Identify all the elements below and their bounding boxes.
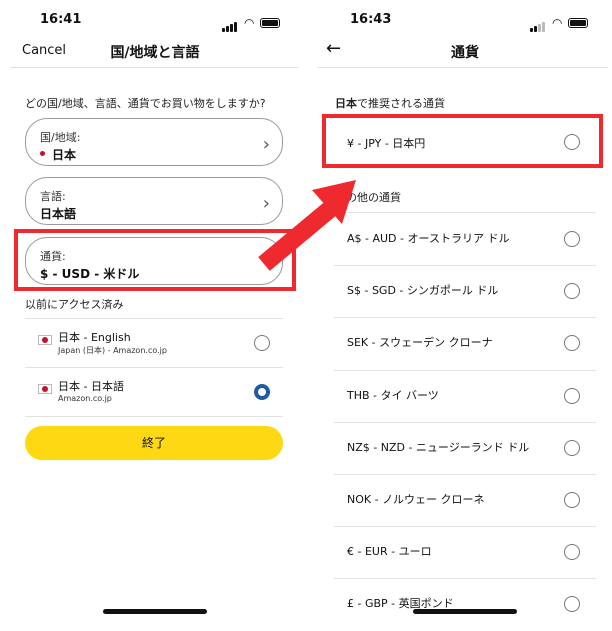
list-item[interactable]: 日本 - 日本語 Amazon.co.jp xyxy=(25,369,283,415)
home-indicator xyxy=(413,609,517,614)
currency-option-label: SEK - スウェーデン クローナ xyxy=(347,336,493,350)
wifi-icon: ◠ xyxy=(552,15,563,30)
status-icons: ◠ xyxy=(530,13,589,32)
language-selector[interactable]: 言語: 日本語 › xyxy=(25,177,283,225)
region-selector[interactable]: 国/地域: 日本 › xyxy=(25,118,283,166)
wifi-icon: ◠ xyxy=(244,15,255,30)
recent-title: 日本 - 日本語 xyxy=(58,380,124,393)
page-title: 国/地域と言語 xyxy=(110,45,200,61)
region-label: 国/地域: xyxy=(40,131,81,144)
done-button[interactable]: 終了 xyxy=(25,426,283,460)
question-text: どの国/地域、言語、通貨でお買い物をしますか? xyxy=(25,97,266,110)
signal-icon xyxy=(222,13,238,32)
language-label: 言語: xyxy=(40,190,66,203)
currency-option-label: THB - タイ バーツ xyxy=(347,388,439,402)
list-item[interactable]: NZ$ - NZD - ニュージーランド ドル xyxy=(334,422,596,474)
currency-option-label: NOK - ノルウェー クローネ xyxy=(347,493,485,507)
radio-button[interactable] xyxy=(564,387,580,404)
radio-button-selected[interactable] xyxy=(254,384,270,400)
recommended-header: 日本で推奨される通貨 xyxy=(335,97,445,110)
currency-option-label: S$ - SGD - シンガポール ドル xyxy=(347,284,499,298)
radio-button[interactable] xyxy=(564,544,580,561)
list-item[interactable]: € - EUR - ユーロ xyxy=(334,526,596,578)
japan-flag-icon xyxy=(40,151,45,156)
list-item[interactable]: A$ - AUD - オーストラリア ドル xyxy=(334,213,596,265)
list-item[interactable]: £ - GBP - 英国ポンド xyxy=(334,578,596,630)
list-item[interactable]: SEK - スウェーデン クローナ xyxy=(334,317,596,369)
status-time: 16:43 xyxy=(350,12,392,27)
currency-option-label: € - EUR - ユーロ xyxy=(347,545,432,559)
list-item[interactable]: 日本 - English Japan (日本) - Amazon.co.jp xyxy=(25,320,283,366)
radio-button[interactable] xyxy=(254,335,270,351)
region-value: 日本 xyxy=(52,148,77,162)
cancel-button[interactable]: Cancel xyxy=(22,43,66,58)
chevron-right-icon: › xyxy=(262,134,270,155)
japan-flag-icon xyxy=(38,384,52,394)
red-arrow-icon xyxy=(258,180,356,271)
recent-title: 日本 - English xyxy=(58,331,131,344)
status-time: 16:41 xyxy=(40,12,82,27)
back-arrow-icon[interactable]: ← xyxy=(326,38,341,59)
currency-option-label: A$ - AUD - オーストラリア ドル xyxy=(347,232,510,246)
language-value: 日本語 xyxy=(40,207,77,221)
recent-header: 以前にアクセス済み xyxy=(25,298,124,311)
recent-sub: Japan (日本) - Amazon.co.jp xyxy=(58,346,167,355)
battery-icon xyxy=(260,17,281,28)
radio-button[interactable] xyxy=(564,283,580,300)
radio-button[interactable] xyxy=(564,335,580,352)
radio-button[interactable] xyxy=(564,492,580,509)
list-item[interactable]: S$ - SGD - シンガポール ドル xyxy=(334,265,596,317)
radio-button[interactable] xyxy=(564,439,580,456)
recent-sub: Amazon.co.jp xyxy=(58,394,112,403)
signal-icon xyxy=(530,13,546,32)
radio-button[interactable] xyxy=(564,596,580,613)
radio-button[interactable] xyxy=(564,231,580,248)
home-indicator xyxy=(103,609,207,614)
list-item[interactable]: NOK - ノルウェー クローネ xyxy=(334,474,596,526)
status-icons: ◠ xyxy=(222,13,281,32)
page-title: 通貨 xyxy=(451,45,479,61)
japan-flag-icon xyxy=(38,335,52,345)
list-item[interactable]: THB - タイ バーツ xyxy=(334,370,596,422)
currency-option-label: NZ$ - NZD - ニュージーランド ドル xyxy=(347,440,530,454)
battery-icon xyxy=(568,17,589,28)
